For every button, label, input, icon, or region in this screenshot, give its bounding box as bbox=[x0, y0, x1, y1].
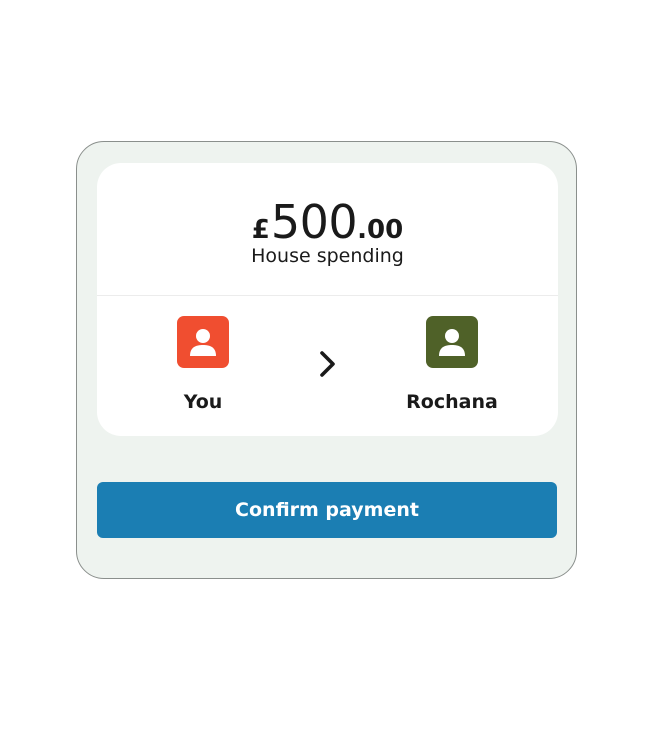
chevron-right-icon bbox=[320, 351, 335, 377]
payee-avatar bbox=[426, 316, 478, 368]
payer: You bbox=[123, 316, 283, 414]
payee-name: Rochana bbox=[406, 391, 498, 413]
payment-confirmation-card: £500.00 House spending You Rochana Confi… bbox=[76, 141, 577, 579]
amount-whole: 500 bbox=[270, 195, 358, 249]
divider bbox=[97, 295, 558, 296]
payment-amount: £500.00 bbox=[97, 199, 558, 245]
amount-cents: .00 bbox=[357, 215, 404, 245]
payee: Rochana bbox=[372, 316, 532, 414]
payer-name: You bbox=[183, 391, 223, 413]
payer-avatar bbox=[177, 316, 229, 368]
payment-summary-panel: £500.00 House spending You Rochana bbox=[97, 163, 558, 436]
user-icon bbox=[190, 329, 216, 356]
payment-description: House spending bbox=[251, 245, 404, 267]
user-icon bbox=[439, 329, 465, 356]
confirm-payment-button[interactable]: Confirm payment bbox=[97, 482, 557, 538]
currency-symbol: £ bbox=[251, 215, 270, 245]
